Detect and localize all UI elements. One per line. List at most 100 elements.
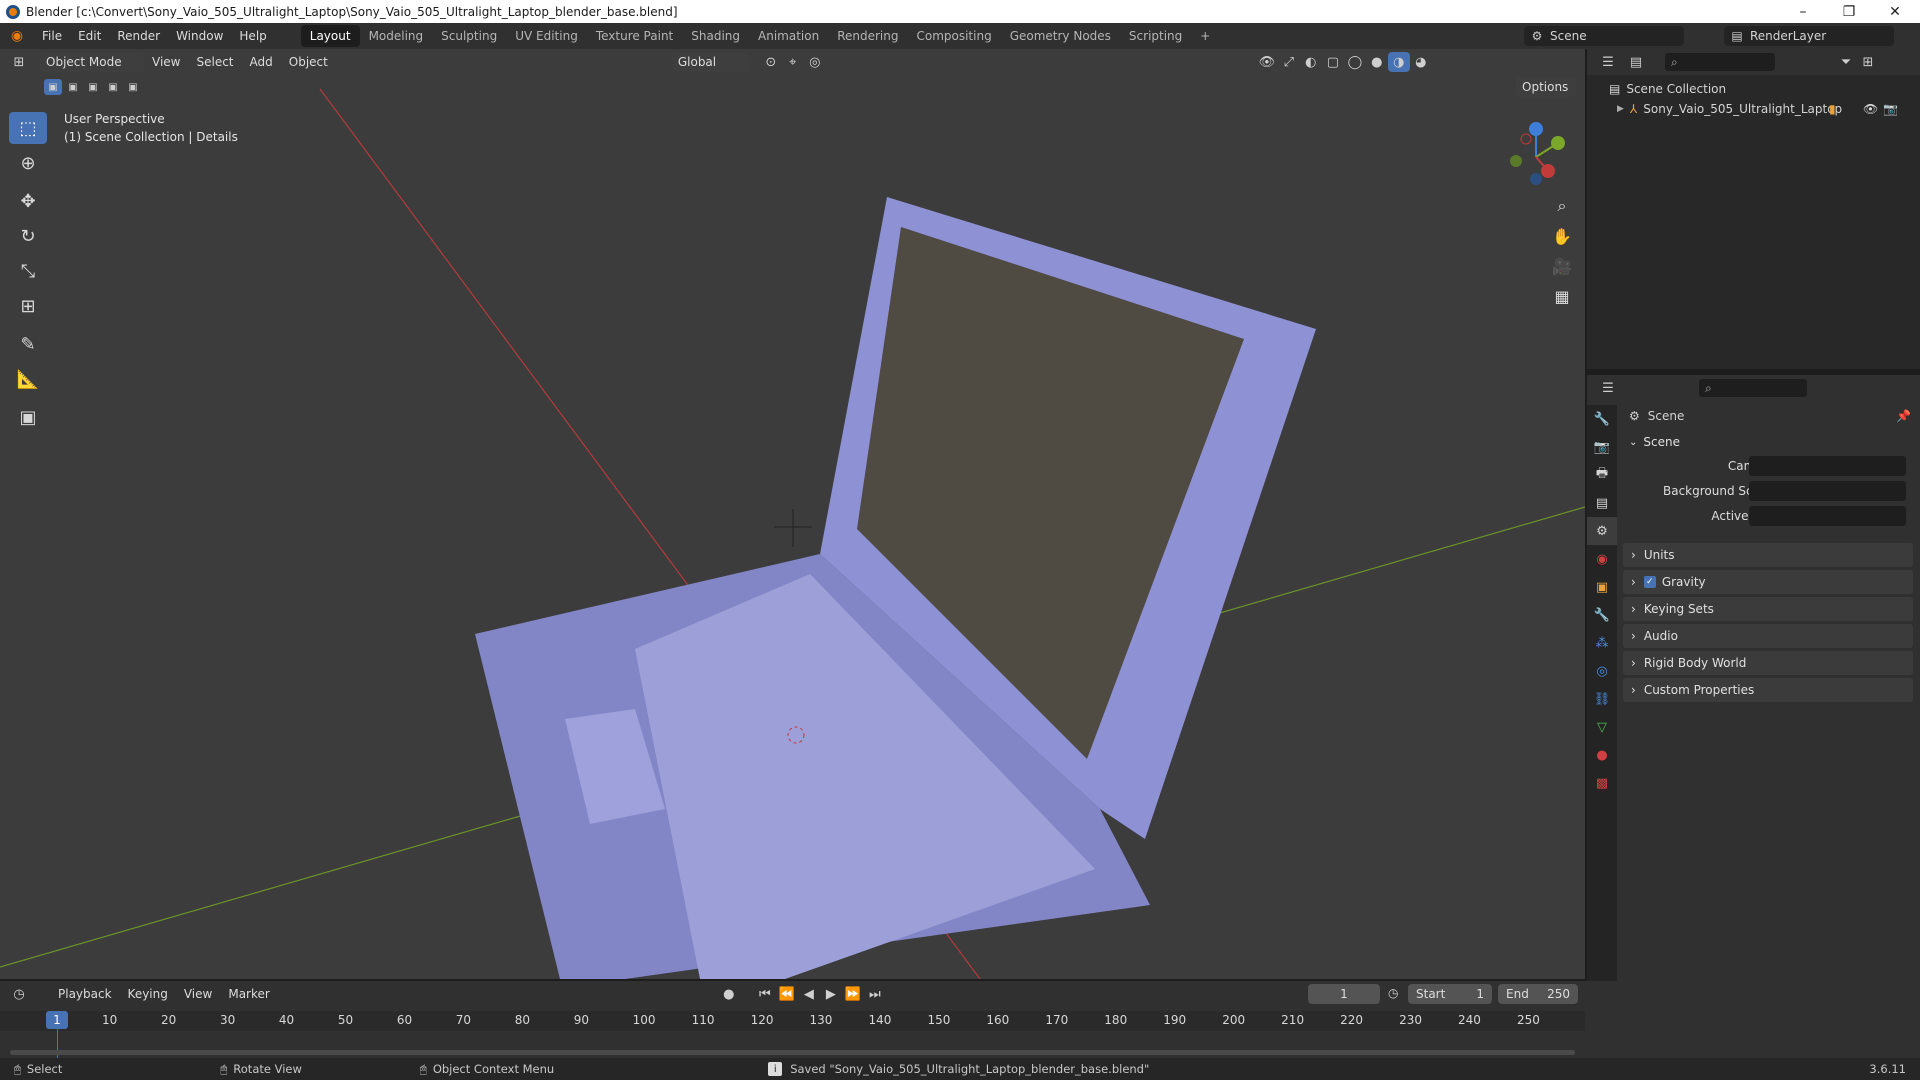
object-tab-icon[interactable]: ▣ xyxy=(1587,573,1617,601)
rendered-shading-icon[interactable]: ◕ xyxy=(1410,52,1432,72)
timeline-menu-view[interactable]: View xyxy=(176,981,220,1007)
physics-tab-icon[interactable]: ◎ xyxy=(1587,657,1617,685)
tab-uv-editing[interactable]: UV Editing xyxy=(506,25,587,47)
tab-sculpting[interactable]: Sculpting xyxy=(432,25,506,47)
play-icon[interactable]: ▶ xyxy=(820,984,842,1004)
viewport-menu-select[interactable]: Select xyxy=(188,49,241,75)
select-box-icon[interactable]: ⬚ xyxy=(9,112,47,144)
jump-end-icon[interactable]: ⏭ xyxy=(864,984,886,1004)
timeline-editor-icon[interactable]: ◷ xyxy=(8,984,30,1004)
navigation-gizmo[interactable] xyxy=(1496,117,1576,197)
outliner-row-object[interactable]: ▶ ⅄ Sony_Vaio_505_Ultralight_Laptop ▮ 👁 … xyxy=(1617,99,1917,119)
scene-panel-header[interactable]: ⌄ Scene xyxy=(1623,430,1913,454)
viewport-menu-view[interactable]: View xyxy=(144,49,188,75)
properties-search-input[interactable]: ⌕ xyxy=(1699,379,1807,397)
3d-viewport[interactable]: ⊞ Object Mode View Select Add Object Glo… xyxy=(0,49,1585,979)
solid-shading-icon[interactable]: ● xyxy=(1366,52,1388,72)
gizmo-icon[interactable]: ⤢ xyxy=(1278,52,1300,72)
tab-texture-paint[interactable]: Texture Paint xyxy=(587,25,682,47)
camera-view-icon[interactable]: 🎥 xyxy=(1548,252,1576,280)
blender-menu-icon[interactable]: ◉ xyxy=(0,28,34,44)
filter-icon[interactable]: ⏷ xyxy=(1835,52,1857,72)
tab-compositing[interactable]: Compositing xyxy=(907,25,1000,47)
output-tab-icon[interactable]: 🖶 xyxy=(1587,461,1617,489)
custom-properties-panel[interactable]: › Custom Properties xyxy=(1623,678,1913,702)
minimize-button[interactable]: – xyxy=(1780,0,1826,23)
timeline-menu-marker[interactable]: Marker xyxy=(220,981,277,1007)
properties-editor-icon[interactable]: ☰ xyxy=(1597,378,1619,398)
gravity-panel[interactable]: › ✓ Gravity xyxy=(1623,570,1913,594)
scale-icon[interactable]: ⤡ xyxy=(9,255,47,287)
material-tab-icon[interactable]: ● xyxy=(1587,741,1617,769)
rotate-icon[interactable]: ↻ xyxy=(9,220,47,252)
keying-sets-panel[interactable]: › Keying Sets xyxy=(1623,597,1913,621)
material-shading-icon[interactable]: ◑ xyxy=(1387,52,1410,72)
scene-tab-icon[interactable]: ⚙ xyxy=(1587,517,1617,545)
timeline-scrollbar[interactable] xyxy=(10,1050,1575,1055)
measure-icon[interactable]: 📐 xyxy=(9,363,47,395)
move-icon[interactable]: ✥ xyxy=(9,185,47,217)
add-cube-icon[interactable]: ▣ xyxy=(9,401,47,433)
tab-animation[interactable]: Animation xyxy=(749,25,828,47)
jump-keyframe-forward-icon[interactable]: ⏩ xyxy=(842,984,864,1004)
pivot-icon[interactable]: ⊙ xyxy=(760,52,782,72)
end-frame-field[interactable]: End 250 xyxy=(1498,984,1578,1004)
xray-icon[interactable]: ▢ xyxy=(1322,52,1344,72)
scene-selector[interactable]: ⚙ Scene xyxy=(1524,26,1684,46)
play-reverse-icon[interactable]: ◀ xyxy=(798,984,820,1004)
tool-tab-icon[interactable]: 🔧 xyxy=(1587,405,1617,433)
camera-field[interactable] xyxy=(1749,456,1906,476)
auto-keying-icon[interactable]: ● xyxy=(718,984,740,1004)
menu-window[interactable]: Window xyxy=(168,23,231,49)
close-button[interactable]: ✕ xyxy=(1872,0,1918,23)
data-tab-icon[interactable]: ▽ xyxy=(1587,713,1617,741)
visibility-icon[interactable]: 👁 xyxy=(1256,52,1278,72)
tab-shading[interactable]: Shading xyxy=(682,25,749,47)
wireframe-shading-icon[interactable]: ◯ xyxy=(1344,52,1366,72)
audio-panel[interactable]: › Audio xyxy=(1623,624,1913,648)
menu-help[interactable]: Help xyxy=(231,23,274,49)
menu-edit[interactable]: Edit xyxy=(70,23,109,49)
select-intersect-icon[interactable]: ▣ xyxy=(124,79,142,95)
playhead[interactable]: 1 xyxy=(46,1011,68,1029)
timeline-menu-keying[interactable]: Keying xyxy=(120,981,176,1007)
gravity-checkbox[interactable]: ✓ xyxy=(1643,576,1656,588)
outliner-editor-icon[interactable]: ☰ xyxy=(1597,52,1619,72)
background-scene-field[interactable] xyxy=(1749,481,1906,501)
preview-range-icon[interactable]: ◷ xyxy=(1388,986,1398,1000)
select-new-icon[interactable]: ▣ xyxy=(44,79,62,95)
units-panel[interactable]: › Units xyxy=(1623,543,1913,567)
active-clip-field[interactable] xyxy=(1749,506,1906,526)
tab-geometry-nodes[interactable]: Geometry Nodes xyxy=(1001,25,1120,47)
snap-icon[interactable]: ⌖ xyxy=(782,52,804,72)
select-extend-icon[interactable]: ▣ xyxy=(64,79,82,95)
zoom-icon[interactable]: ⌕ xyxy=(1548,192,1576,220)
editor-type-icon[interactable]: ⊞ xyxy=(8,52,30,72)
pan-hand-icon[interactable]: ✋ xyxy=(1548,222,1576,250)
timeline-menu-playback[interactable]: Playback xyxy=(50,981,120,1007)
visibility-eye-icon[interactable]: 👁 xyxy=(1863,102,1878,116)
render-camera-icon[interactable]: 📷 xyxy=(1883,102,1898,116)
transform-orientation-dropdown[interactable]: Global xyxy=(671,52,750,72)
view-layer-selector[interactable]: ▤ RenderLayer xyxy=(1724,26,1894,46)
current-frame-field[interactable]: 1 xyxy=(1308,984,1380,1004)
expand-arrow-icon[interactable]: ▶ xyxy=(1617,104,1624,114)
modifier-tab-icon[interactable]: 🔧 xyxy=(1587,601,1617,629)
proportional-edit-icon[interactable]: ◎ xyxy=(804,52,826,72)
tab-modeling[interactable]: Modeling xyxy=(360,25,433,47)
overlay-icon[interactable]: ◐ xyxy=(1300,52,1322,72)
outliner-search-input[interactable]: ⌕ xyxy=(1665,53,1775,71)
constraints-tab-icon[interactable]: ⛓ xyxy=(1587,685,1617,713)
timeline-ruler[interactable]: 10 20 30 40 50 60 70 80 90 100 110 120 130 140 150 160 1… xyxy=(0,1011,1585,1031)
outliner-row-scene-collection[interactable]: ▤ Scene Collection xyxy=(1609,79,1726,99)
perspective-grid-icon[interactable]: ▦ xyxy=(1548,282,1576,310)
viewport-menu-object[interactable]: Object xyxy=(281,49,336,75)
particles-tab-icon[interactable]: ⁂ xyxy=(1587,629,1617,657)
render-tab-icon[interactable]: 📷 xyxy=(1587,433,1617,461)
start-frame-field[interactable]: Start 1 xyxy=(1408,984,1492,1004)
add-workspace-icon[interactable]: + xyxy=(1191,25,1219,47)
menu-render[interactable]: Render xyxy=(109,23,168,49)
select-subtract-icon[interactable]: ▣ xyxy=(84,79,102,95)
jump-keyframe-back-icon[interactable]: ⏪ xyxy=(776,984,798,1004)
tab-rendering[interactable]: Rendering xyxy=(828,25,907,47)
